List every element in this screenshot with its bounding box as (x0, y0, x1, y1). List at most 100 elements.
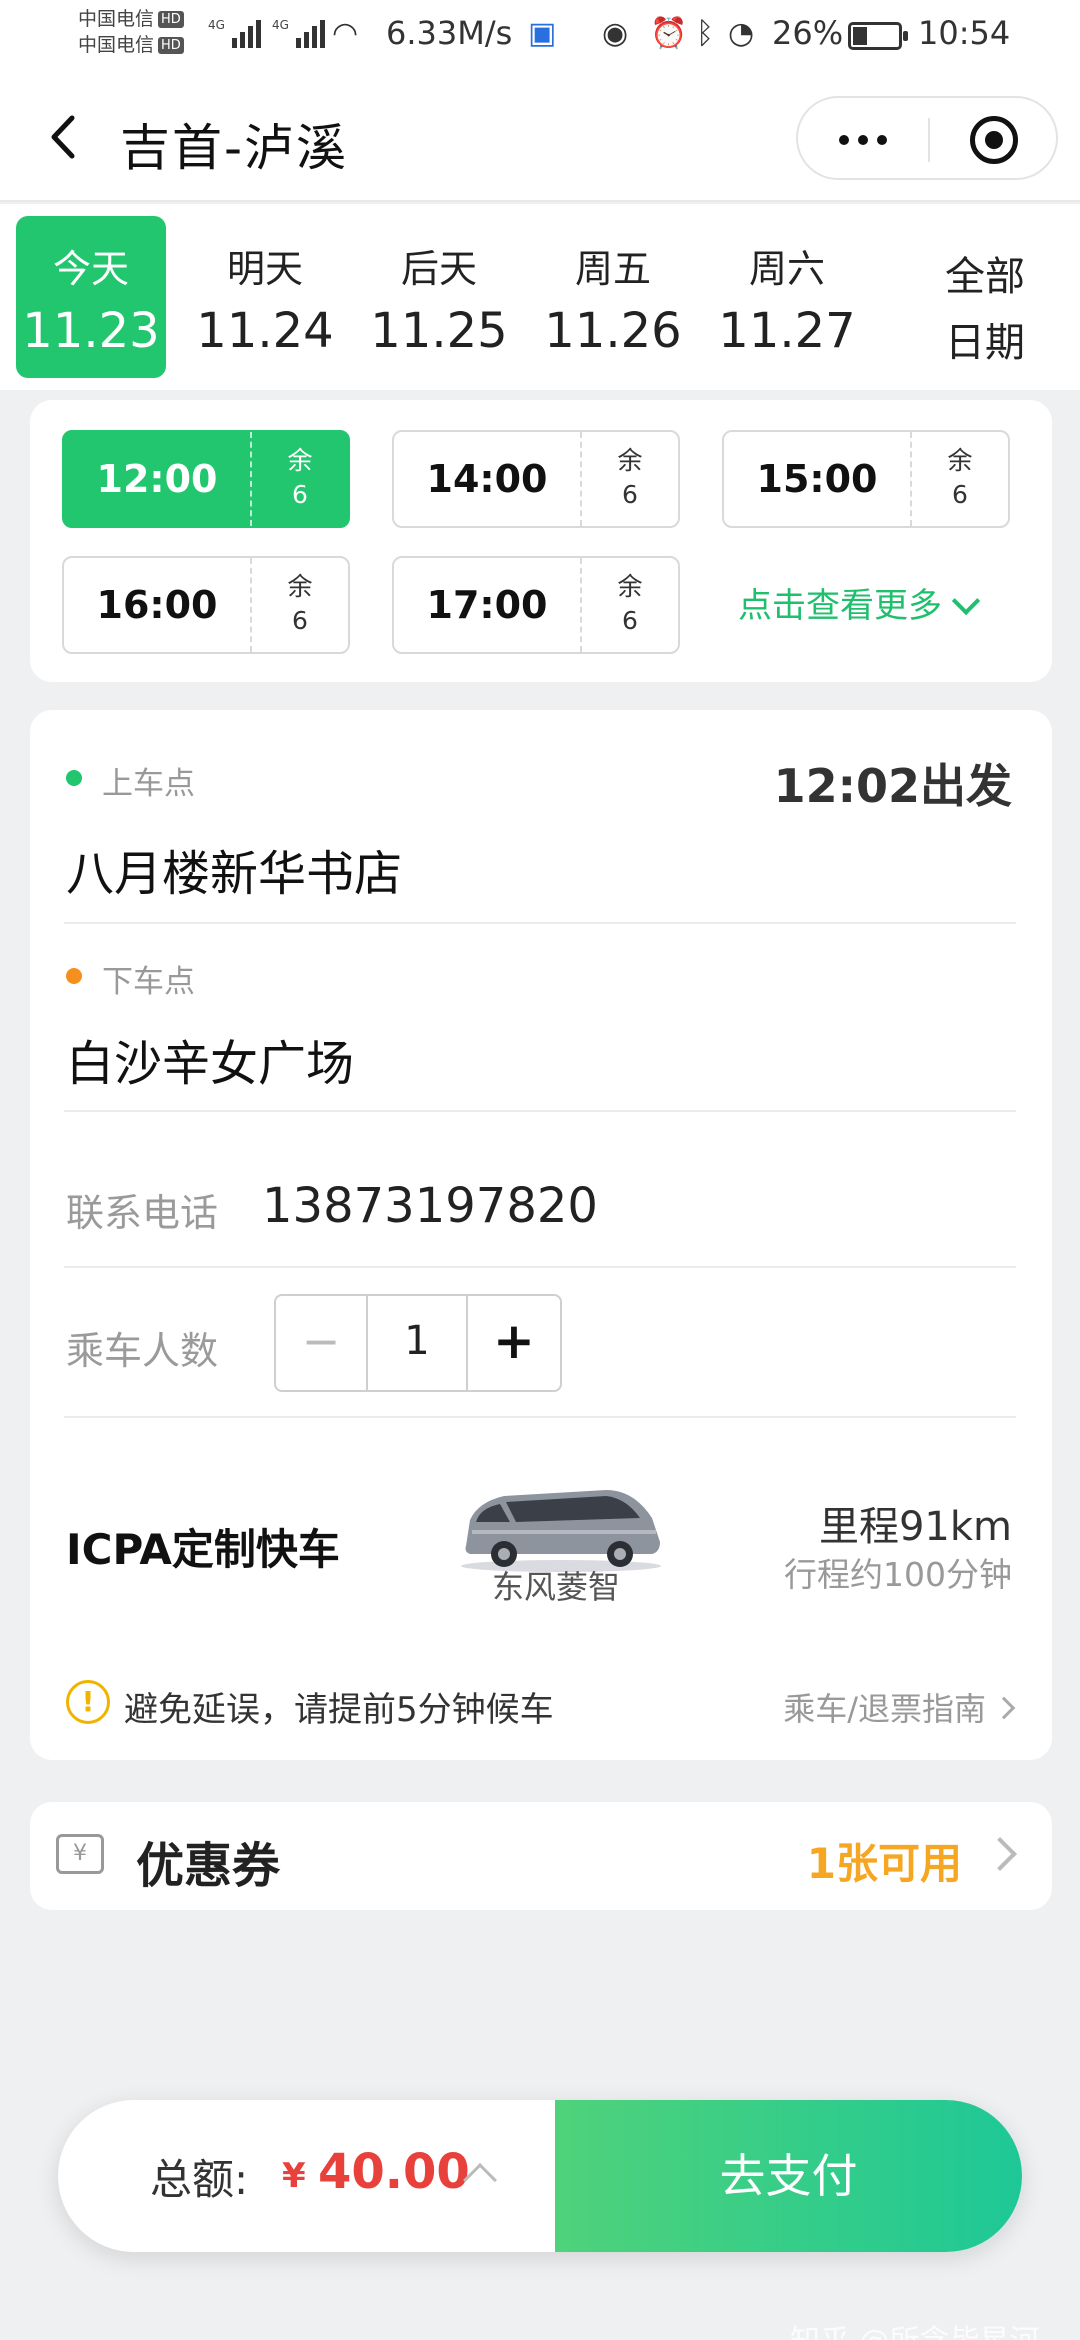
date-tab-day-after[interactable]: 后天 11.25 (364, 216, 514, 378)
phone-field[interactable]: 13873197820 (262, 1178, 598, 1234)
date-tabs: 今天 11.23 明天 11.24 后天 11.25 周五 11.26 周六 1… (0, 204, 1080, 390)
alarm-icon: ⏰ (650, 16, 688, 51)
time-slot-time: 15:00 (756, 457, 878, 501)
trip-detail-card: 上车点 12:02出发 八月楼新华书店 下车点 白沙辛女广场 联系电话 1387… (30, 710, 1052, 1760)
date-tab-date: 11.24 (196, 303, 334, 359)
time-slot-card: 12:00 余6 14:00 余6 15:00 余6 16:00 余6 17:0… (30, 400, 1052, 682)
total-label: 总额: (150, 2155, 249, 2204)
eye-icon: ◉ (602, 16, 629, 51)
dropoff-label: 下车点 (102, 964, 195, 1000)
chevron-left-icon[interactable] (40, 112, 90, 162)
pickup-location[interactable]: 八月楼新华书店 (66, 834, 402, 904)
seats-remaining: 余6 (617, 446, 643, 509)
warning-icon: ! (66, 1680, 110, 1724)
coupon-available-count: 1张可用 (806, 1839, 962, 1888)
time-slot-time: 14:00 (426, 457, 548, 501)
chevron-right-icon (983, 1837, 1017, 1871)
time-slot-time: 17:00 (426, 583, 548, 627)
watermark: 知乎 @所念皆星河 (790, 2316, 1040, 2340)
time-slot-1400[interactable]: 14:00 余6 (392, 430, 680, 528)
coupon-title: 优惠券 (136, 1838, 281, 1894)
date-tab-day: 周六 (748, 247, 825, 291)
divider (64, 922, 1016, 924)
date-tab-all-label: 全部 (945, 254, 1025, 300)
ticket-guide-link[interactable]: 乘车/退票指南 (783, 1684, 1016, 1730)
dropoff-location[interactable]: 白沙辛女广场 (66, 1024, 354, 1094)
network-type: 4G (208, 18, 225, 32)
pickup-dot-icon (66, 770, 82, 786)
pickup-label: 上车点 (102, 766, 195, 802)
chevron-right-icon (992, 1696, 1016, 1720)
signal-icon (232, 18, 261, 48)
decrease-button[interactable]: − (276, 1296, 368, 1390)
date-tab-all-label: 日期 (945, 320, 1025, 366)
date-tab-date: 11.25 (370, 303, 508, 359)
mini-program-capsule (796, 96, 1058, 180)
capsule-divider (928, 118, 930, 162)
date-tab-date: 11.23 (22, 303, 160, 359)
battery-icon (848, 22, 908, 50)
date-tab-tomorrow[interactable]: 明天 11.24 (190, 216, 340, 378)
divider (64, 1416, 1016, 1418)
date-tab-date: 11.27 (718, 303, 856, 359)
target-icon[interactable] (970, 116, 1018, 164)
more-icon[interactable] (830, 118, 896, 162)
date-tab-today[interactable]: 今天 11.23 (16, 216, 166, 378)
increase-button[interactable]: + (468, 1296, 560, 1390)
van-image (461, 1490, 661, 1572)
date-tab-all[interactable]: 全部 日期 (910, 216, 1060, 378)
coupon-row[interactable]: ¥ 优惠券 1张可用 (30, 1802, 1052, 1910)
time-slot-time: 12:00 (96, 457, 218, 501)
seats-remaining: 余6 (947, 446, 973, 509)
date-tab-saturday[interactable]: 周六 11.27 (712, 216, 862, 378)
network-speed: 6.33M/s (386, 14, 513, 52)
carrier-name: 中国电信 (78, 8, 155, 30)
status-bar: 中国电信 HD 中国电信 HD 4G 4G ◠ 6.33M/s ▣ ◉ ⏰ ᛒ ◔ … (0, 0, 1080, 72)
departure-time: 12:02出发 (773, 759, 1012, 813)
wait-notice: 避免延误，请提前5分钟候车 (124, 1690, 554, 1730)
trip-duration: 行程约100分钟 (784, 1555, 1012, 1594)
time-slot-1200[interactable]: 12:00 余6 (62, 430, 350, 528)
date-tab-friday[interactable]: 周五 11.26 (538, 216, 688, 378)
battery-percent: 26% (772, 14, 844, 52)
date-tab-day: 今天 (52, 247, 129, 291)
date-tab-date: 11.26 (544, 303, 682, 359)
passengers-label: 乘车人数 (66, 1329, 219, 1373)
seats-remaining: 余6 (287, 446, 313, 509)
vehicle-model: 东风菱智 (492, 1568, 621, 1606)
pay-button[interactable]: 去支付 (555, 2100, 1022, 2252)
hd-badge: HD (158, 37, 184, 54)
trip-distance: 里程91km (818, 1504, 1012, 1550)
carrier-name: 中国电信 (78, 34, 155, 56)
chevron-down-icon (951, 586, 981, 616)
speedometer-icon: ◔ (728, 16, 755, 51)
divider (64, 1266, 1016, 1268)
page-title: 吉首-泸溪 (120, 119, 349, 177)
clock: 10:54 (918, 14, 1011, 52)
ticket-icon: ¥ (56, 1834, 104, 1874)
bluetooth-icon: ᛒ (696, 16, 714, 51)
passenger-count: 1 (368, 1296, 468, 1390)
date-tab-day: 后天 (400, 247, 477, 291)
currency-symbol: ¥ (282, 2156, 306, 2196)
date-tab-day: 明天 (226, 247, 303, 291)
seats-remaining: 余6 (617, 572, 643, 635)
signal-icon (296, 18, 325, 48)
seats-remaining: 余6 (287, 572, 313, 635)
time-slot-1600[interactable]: 16:00 余6 (62, 556, 350, 654)
time-slot-time: 16:00 (96, 583, 218, 627)
wifi-icon: ◠ (332, 16, 359, 51)
bulb-icon: ▣ (528, 16, 557, 51)
network-type: 4G (272, 18, 289, 32)
date-tab-day: 周五 (574, 247, 651, 291)
hd-badge: HD (158, 11, 184, 28)
more-times-link[interactable]: 点击查看更多 (738, 578, 981, 627)
payment-bar: 总额: ¥ 40.00 去支付 (58, 2100, 1022, 2252)
passenger-stepper: − 1 + (274, 1294, 562, 1392)
time-slot-1500[interactable]: 15:00 余6 (722, 430, 1010, 528)
total-amount: 40.00 (318, 2144, 470, 2200)
title-bar: 吉首-泸溪 (0, 72, 1080, 202)
dropoff-dot-icon (66, 968, 82, 984)
time-slot-1700[interactable]: 17:00 余6 (392, 556, 680, 654)
product-name: ICPA定制快车 (66, 1525, 340, 1574)
